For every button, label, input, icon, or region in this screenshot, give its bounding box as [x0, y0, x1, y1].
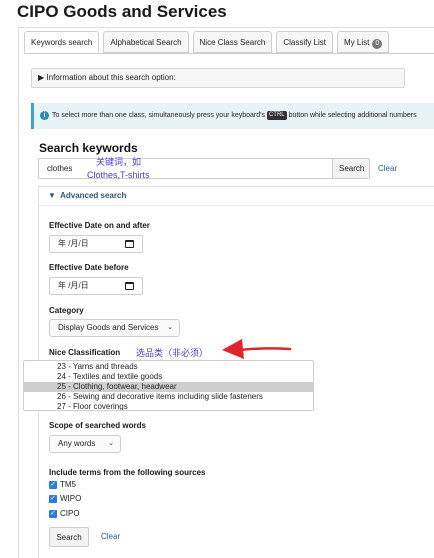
effective-date-before-placeholder: 年 /月/日 [58, 281, 89, 290]
keyword-annotation-line1: 关键词，如 [96, 157, 142, 167]
tab-nice-class-search[interactable]: Nice Class Search [192, 31, 273, 53]
category-selected-value: Display Goods and Services [58, 323, 159, 332]
keyword-annotation: 关键词，如 Clothes,T-shirts [87, 156, 150, 182]
chevron-down-icon: ⌄ [108, 440, 114, 447]
search-info-label: Information about this search option: [46, 73, 176, 82]
advanced-search-button[interactable]: Search [49, 527, 89, 547]
tab-my-list-label: My List [344, 38, 370, 47]
calendar-icon[interactable] [125, 240, 134, 248]
nice-classification-listbox[interactable]: 23 - Yarns and threads 24 - Textiles and… [23, 360, 314, 411]
sources-label: Include terms from the following sources [49, 468, 206, 477]
notice-text-after: button while selecting additional number… [288, 112, 417, 119]
source-tm5-checkbox[interactable]: ✓ TM5 [49, 480, 76, 490]
caret-right-icon: ▶ [38, 73, 45, 82]
tab-bar: Keywords search Alphabetical Search Nice… [24, 31, 390, 53]
multi-select-notice: i To select more than one class, simultan… [31, 103, 434, 129]
source-tm5-label: TM5 [60, 480, 76, 489]
caret-down-icon: ▼ [48, 191, 56, 200]
page-title: CIPO Goods and Services [17, 2, 227, 21]
checkbox-checked-icon[interactable]: ✓ [49, 494, 57, 503]
nice-option[interactable]: 27 - Floor coverings [24, 402, 313, 410]
tab-my-list[interactable]: My List 0 [337, 31, 390, 53]
scope-label: Scope of searched words [49, 421, 146, 430]
tabs-divider [24, 53, 434, 54]
nice-classification-annotation: 选品类（非必须） [136, 348, 209, 358]
checkbox-checked-icon[interactable]: ✓ [49, 480, 57, 489]
advanced-clear-link[interactable]: Clear [101, 532, 120, 541]
keyword-search-input[interactable] [38, 158, 332, 179]
checkbox-checked-icon[interactable]: ✓ [49, 509, 57, 518]
scope-selected-value: Any words [58, 439, 96, 448]
nice-option[interactable]: 24 - Textiles and textile goods [24, 372, 313, 382]
effective-date-after-label: Effective Date on and after [49, 221, 150, 230]
info-icon: i [40, 110, 49, 120]
effective-date-before-input[interactable]: 年 /月/日 [49, 277, 143, 295]
scope-select[interactable]: Any words ⌄ [49, 435, 121, 453]
notice-text-before: To select more than one class, simultane… [52, 112, 265, 119]
search-keywords-heading: Search keywords [39, 141, 138, 155]
my-list-count-badge: 0 [372, 39, 383, 49]
effective-date-after-input[interactable]: 年 /月/日 [49, 235, 143, 253]
tab-keywords-search[interactable]: Keywords search [24, 31, 100, 53]
source-cipo-label: CIPO [60, 509, 80, 518]
nice-option[interactable]: 23 - Yarns and threads [24, 362, 313, 372]
nice-classification-label: Nice Classification [49, 348, 121, 357]
keyword-annotation-line2: Clothes,T-shirts [87, 170, 150, 180]
nice-option[interactable]: 26 - Sewing and decorative items includi… [24, 392, 313, 402]
clear-link[interactable]: Clear [378, 164, 397, 173]
nice-option-selected[interactable]: 25 - Clothing, footwear, headwear [24, 382, 313, 392]
tab-classify-list[interactable]: Classify List [276, 31, 334, 53]
category-select[interactable]: Display Goods and Services ⌄ [49, 319, 180, 337]
effective-date-before-label: Effective Date before [49, 263, 129, 272]
calendar-icon[interactable] [125, 282, 134, 290]
source-wipo-checkbox[interactable]: ✓ WIPO [49, 494, 81, 504]
search-button[interactable]: Search [332, 158, 370, 179]
effective-date-after-placeholder: 年 /月/日 [58, 239, 89, 248]
category-label: Category [49, 306, 84, 315]
source-wipo-label: WIPO [60, 494, 82, 503]
ctrl-key-icon: CTRL [266, 110, 287, 120]
source-cipo-checkbox[interactable]: ✓ CIPO [49, 509, 80, 519]
advanced-search-toggle[interactable]: ▼ Advanced search [38, 186, 434, 206]
search-info-toggle[interactable]: ▶ Information about this search option: [31, 68, 405, 88]
advanced-search-label: Advanced search [60, 191, 127, 200]
tab-alphabetical-search[interactable]: Alphabetical Search [103, 31, 189, 53]
chevron-down-icon: ⌄ [167, 324, 173, 331]
